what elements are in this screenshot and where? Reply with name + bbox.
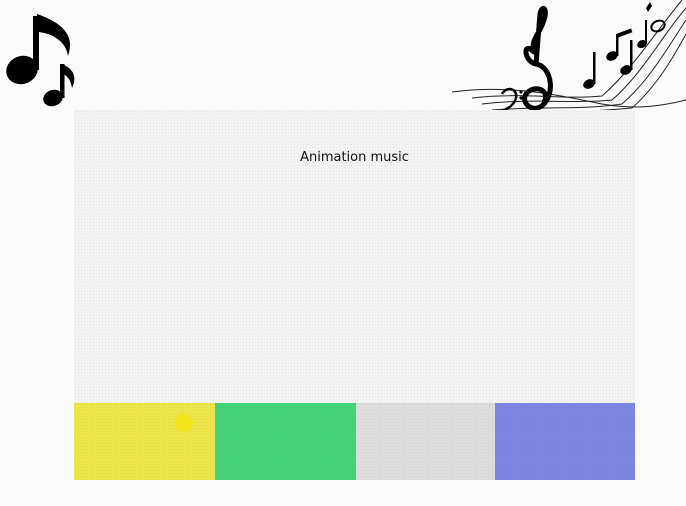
bubble-indicator: [175, 414, 193, 432]
page: Animation music: [0, 0, 686, 506]
sound-pad-3[interactable]: [356, 403, 495, 480]
animation-card: Animation music: [74, 110, 635, 480]
sound-pad-4[interactable]: [495, 403, 635, 480]
page-title: Animation music: [300, 150, 409, 165]
sound-pad-1[interactable]: [74, 403, 215, 480]
sound-pads: [74, 403, 635, 480]
music-note-icon: [6, 14, 75, 107]
sound-pad-2[interactable]: [215, 403, 356, 480]
music-staff-icon: [452, 0, 686, 114]
